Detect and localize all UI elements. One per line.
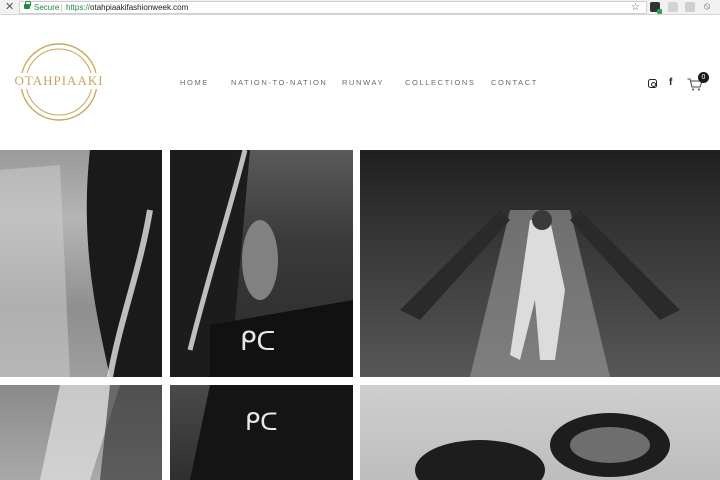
dancer-escalator-photo[interactable] [360,150,720,377]
secure-label: Secure [34,3,60,12]
url-host: otahpiaakifashionweek.com [90,3,189,12]
block-icon[interactable]: ⦸ [702,2,712,12]
nav-contact[interactable]: CONTACT [491,78,538,87]
bookmark-star-icon[interactable]: ☆ [631,2,640,13]
address-bar[interactable]: Secure https://otahpiaakifashionweek.com… [19,1,647,14]
extension-a-icon[interactable] [668,2,678,12]
fringe-garment-photo[interactable] [0,150,162,377]
nav-runway[interactable]: RUNWAY [342,78,384,87]
url-text[interactable]: https://otahpiaakifashionweek.com [66,2,188,13]
nav-nation-to-nation[interactable]: NATION-TO-NATION [231,78,327,87]
site-logo[interactable]: OTAHPIAAKI [11,38,107,128]
extension-k-icon[interactable] [685,2,695,12]
cart-count-badge: 0 [698,72,709,83]
instagram-icon[interactable] [648,79,657,88]
shield-extension-icon[interactable] [650,2,662,14]
browser-toolbar: ✕ Secure https://otahpiaakifashionweek.c… [0,0,720,15]
logo-text: OTAHPIAAKI [11,73,107,89]
lock-icon [24,1,31,9]
nav-collections[interactable]: COLLECTIONS [405,78,476,87]
divider [61,4,62,12]
nav-home[interactable]: HOME [180,78,209,87]
beaded-earrings-photo[interactable] [360,385,720,480]
svg-text:ᑭᑕ: ᑭᑕ [240,326,275,356]
close-tab-icon[interactable]: ✕ [5,1,14,13]
syllabics-bag-photo[interactable]: ᑭᑕ [170,385,353,480]
svg-text:ᑭᑕ: ᑭᑕ [245,409,278,436]
fringe-detail-photo[interactable] [0,385,162,480]
url-protocol: https:// [66,3,91,12]
facebook-icon[interactable]: f [669,77,672,88]
beaded-bag-hand-photo[interactable]: ᑭᑕ [170,150,353,377]
